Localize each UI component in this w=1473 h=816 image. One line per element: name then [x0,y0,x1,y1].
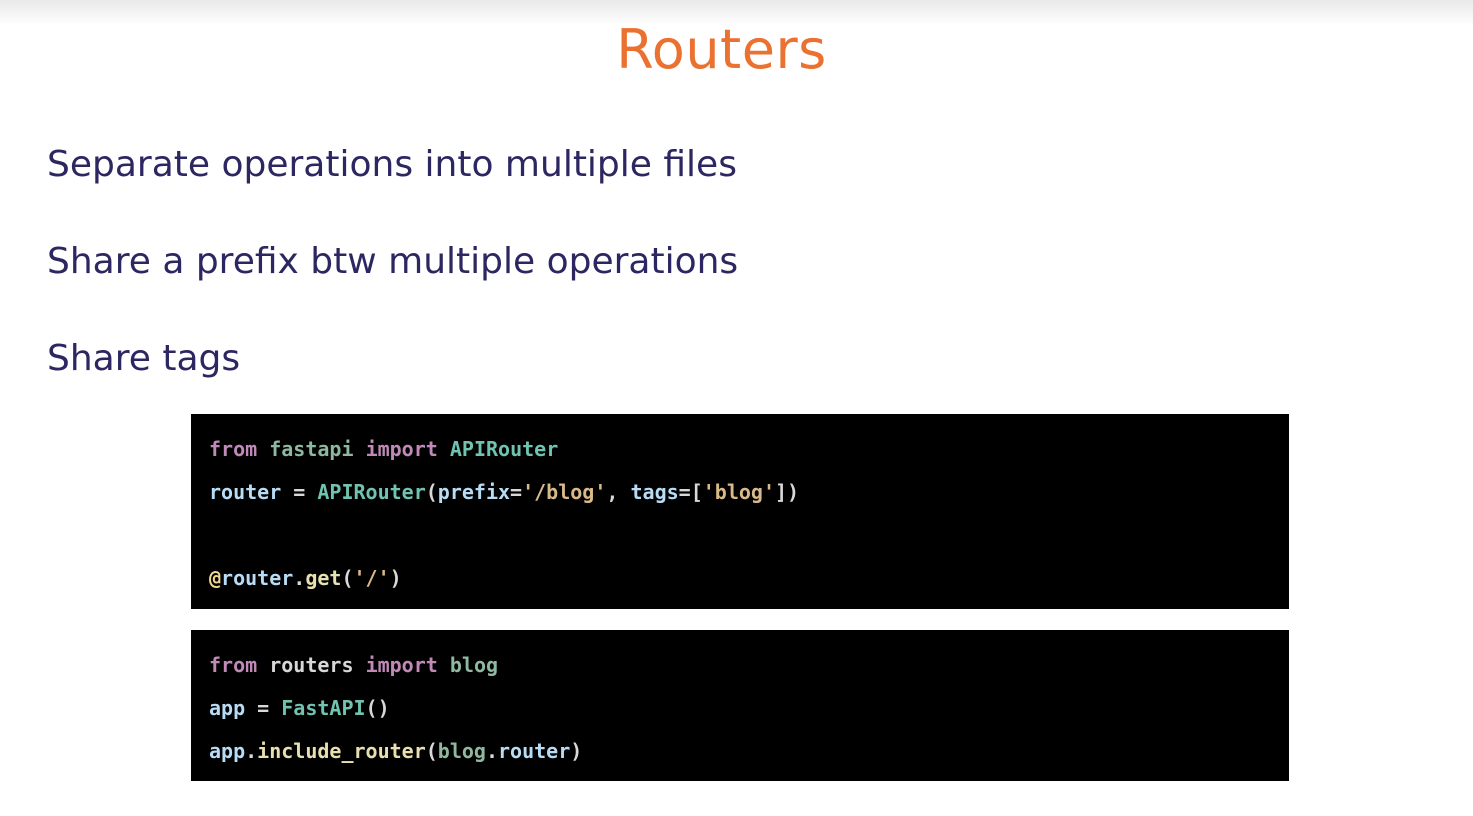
code-token: . [245,739,258,763]
code-token: blog [437,739,486,763]
code-token: fastapi [269,437,354,461]
bullet-separate-operations: Separate operations into multiple files [47,144,737,185]
code-token: '/blog' [522,480,607,504]
code-line: app = FastAPI() [209,694,1271,737]
code-token: , [606,480,631,504]
code-line: router = APIRouter(prefix='/blog', tags=… [209,478,1271,521]
code-token: 'blog' [702,480,775,504]
code-token: @ [209,566,222,590]
code-token: import [365,437,438,461]
code-token: router [209,480,282,504]
code-token: routers [269,653,354,677]
code-token: =[ [678,480,703,504]
code-token: APIRouter [449,437,559,461]
code-token: APIRouter [317,480,426,504]
code-token: . [293,566,306,590]
code-token: import [365,653,438,677]
code-token: tags [630,480,679,504]
code-token: prefix [437,480,511,504]
code-token: include_router [257,739,426,763]
code-token: = [281,480,318,504]
code-token: . [485,739,499,763]
code-token: ( [341,566,354,590]
code-line: @router.get('/') [209,564,1271,607]
slide-title: Routers [616,18,827,81]
code-token: router [221,566,294,590]
code-token: = [510,480,523,504]
code-token: ( [425,480,438,504]
code-block-include-router: from routers import blog app = FastAPI()… [191,630,1289,781]
code-token: get [305,566,342,590]
code-token: ( [425,739,438,763]
code-token: = [245,696,282,720]
code-token: blog [449,653,499,677]
code-token: app [209,696,246,720]
bullet-share-tags: Share tags [47,338,241,379]
code-token: from [209,437,258,461]
code-token: ) [570,739,583,763]
code-line: from fastapi import APIRouter [209,435,1271,478]
code-token: ]) [775,480,800,504]
code-line: from routers import blog [209,651,1271,694]
bullet-share-prefix: Share a prefix btw multiple operations [47,241,739,282]
code-token: () [365,696,390,720]
code-line: app.include_router(blog.router) [209,737,1271,780]
code-token: app [209,739,246,763]
code-token: from [209,653,258,677]
code-token: ) [389,566,402,590]
code-block-router-definition: from fastapi import APIRouter router = A… [191,414,1289,609]
code-token: router [498,739,571,763]
code-token: FastAPI [281,696,366,720]
code-token: '/' [353,566,390,590]
